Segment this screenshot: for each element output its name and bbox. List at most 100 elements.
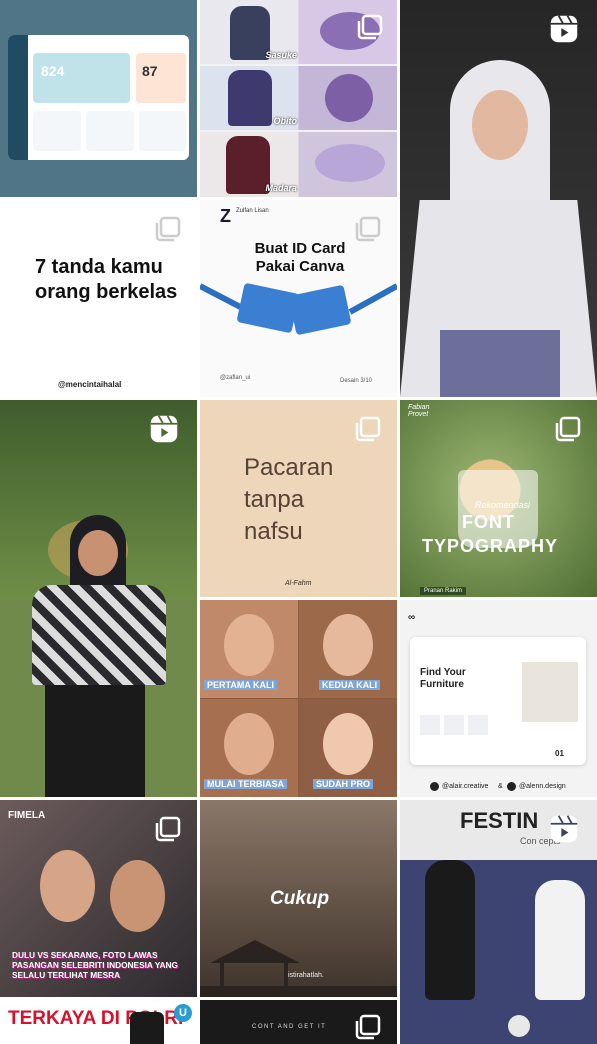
skirt — [45, 685, 145, 797]
post-cukup[interactable]: Cukup istirahatlah. — [200, 800, 397, 997]
post-pacaran[interactable]: Pacaran tanpa nafsu Al-Fahm — [200, 400, 397, 597]
furniture-mockup: Find Your Furniture 01 — [410, 637, 586, 765]
eye-illustration — [315, 144, 385, 182]
post-font-typography[interactable]: Fabian Provet Rekomendasi FONT TYPOGRAPH… — [400, 400, 597, 597]
footer-handle: @zaflan_ui — [220, 375, 251, 381]
post-tanda-berkelas[interactable]: 7 tanda kamu orang berkelas @mencintaiha… — [0, 200, 197, 397]
patterned-blouse — [32, 585, 166, 685]
reel-icon — [549, 814, 583, 848]
post-handle: @mencintaihalal — [58, 380, 122, 389]
multi-photo-icon — [353, 1012, 383, 1042]
brand-badge: U — [174, 1004, 192, 1022]
post-headline: Cukup — [270, 888, 330, 909]
signature: Al-Fahm — [285, 580, 312, 587]
post-meme-faces[interactable]: PERTAMA KALI KEDUA KALI MULAI TERBIASA S… — [200, 600, 397, 797]
post-headline: TYPOGRAPHY — [422, 536, 559, 556]
ball — [508, 1015, 530, 1037]
dashboard-sidebar — [8, 35, 28, 160]
post-dark[interactable]: CONT AND GET IT — [200, 1000, 397, 1044]
character-figure — [230, 6, 270, 60]
post-headline: Pacaran tanpa nafsu — [244, 454, 334, 545]
meme-caption: SUDAH PRO — [313, 779, 374, 789]
multi-photo-icon — [153, 814, 183, 844]
multi-photo-icon — [353, 414, 383, 444]
credit-separator: & — [498, 783, 503, 790]
post-headline: FONT — [462, 512, 515, 532]
post-fimela[interactable]: FIMELA DULU VS SEKARANG, FOTO LAWAS PASA… — [0, 800, 197, 997]
post-hijab-girl-reel[interactable] — [400, 0, 597, 397]
dashboard-panel — [33, 111, 81, 151]
police-cap — [130, 1012, 164, 1044]
post-furniture-ui[interactable]: ∞ Find Your Furniture 01 @alair.creative… — [400, 600, 597, 797]
product-thumb — [420, 715, 440, 735]
meme-panel: MULAI TERBIASA — [200, 699, 298, 797]
anime-panel: Obito — [200, 66, 397, 130]
logo-icon: ∞ — [408, 612, 416, 623]
post-headline: Find Your Furniture — [420, 667, 466, 690]
brand-logo-z: Z — [220, 206, 231, 226]
creator-icon — [430, 782, 439, 791]
product-thumb — [468, 715, 488, 735]
post-tag: Pranan Rakim — [420, 587, 467, 595]
meme-panel: KEDUA KALI — [299, 600, 397, 698]
reel-icon — [149, 414, 183, 448]
face — [78, 530, 118, 576]
character-figure — [228, 70, 272, 126]
dashboard-panel — [86, 111, 134, 151]
post-headline: Buat ID Card Pakai Canva — [254, 240, 346, 275]
dashboard-panel — [139, 111, 186, 151]
post-headline: 7 tanda kamu orang berkelas — [35, 256, 178, 303]
creator-icon — [507, 782, 516, 791]
character-name: Sasuke — [265, 50, 297, 60]
post-futsal-reel[interactable]: FESTIN Con cepts — [400, 800, 597, 1044]
credit-handle: @alenn.design — [519, 783, 566, 790]
banner-text: FESTIN — [460, 808, 539, 833]
multi-photo-icon — [355, 12, 385, 42]
brand-name: FIMELA — [8, 810, 46, 821]
brand-name: Fabian Provet — [408, 404, 430, 418]
hut-silhouette — [200, 940, 397, 997]
post-text: CONT AND GET IT — [252, 1024, 327, 1030]
post-subtitle: Rekomendasi — [475, 500, 531, 510]
eye-illustration — [325, 74, 373, 122]
reel-icon — [549, 14, 583, 48]
dashboard-number: 87 — [142, 63, 158, 79]
post-eye-anime[interactable]: Sasuke Obito Madara — [200, 0, 397, 197]
face — [323, 713, 373, 775]
skirt — [440, 330, 560, 397]
page-number: 01 — [555, 749, 564, 758]
post-dashboard-ui[interactable]: 824 87 — [0, 0, 197, 197]
brand-name: Zulfan Lisan — [236, 208, 269, 214]
post-id-card-canva[interactable]: Z Zulfan Lisan Buat ID Card Pakai Canva … — [200, 200, 397, 397]
face — [110, 860, 165, 932]
character-name: Obito — [273, 116, 298, 126]
multi-photo-icon — [553, 414, 583, 444]
player-figure — [425, 860, 475, 1000]
post-caption: DULU VS SEKARANG, FOTO LAWAS PASANGAN SE… — [12, 950, 178, 980]
post-polri[interactable]: TERKAYA DI POLRI U — [0, 1000, 197, 1044]
face — [40, 850, 95, 922]
credit-handle: @alair.creative — [442, 783, 489, 790]
meme-panel: PERTAMA KALI — [200, 600, 298, 698]
face — [323, 614, 373, 676]
product-thumb — [444, 715, 464, 735]
face — [224, 713, 274, 775]
player-figure — [535, 880, 585, 1000]
character-name: Madara — [265, 183, 297, 193]
character-figure — [226, 136, 270, 194]
meme-caption: KEDUA KALI — [319, 680, 381, 690]
anime-panel: Madara — [200, 132, 397, 197]
meme-caption: PERTAMA KALI — [204, 680, 277, 690]
meme-caption: MULAI TERBIASA — [204, 779, 287, 789]
meme-panel: SUDAH PRO — [299, 699, 397, 797]
multi-photo-icon — [353, 214, 383, 244]
face — [224, 614, 274, 676]
dashboard-card-peach: 87 — [136, 53, 186, 103]
post-graduate-reel[interactable] — [0, 400, 197, 797]
face — [472, 90, 528, 160]
footer-page: Desain 3/10 — [340, 378, 373, 384]
dashboard-number: 824 — [41, 63, 65, 79]
post-subtitle: istirahatlah. — [288, 972, 324, 979]
dashboard-card-teal: 824 — [33, 53, 130, 103]
multi-photo-icon — [153, 214, 183, 244]
